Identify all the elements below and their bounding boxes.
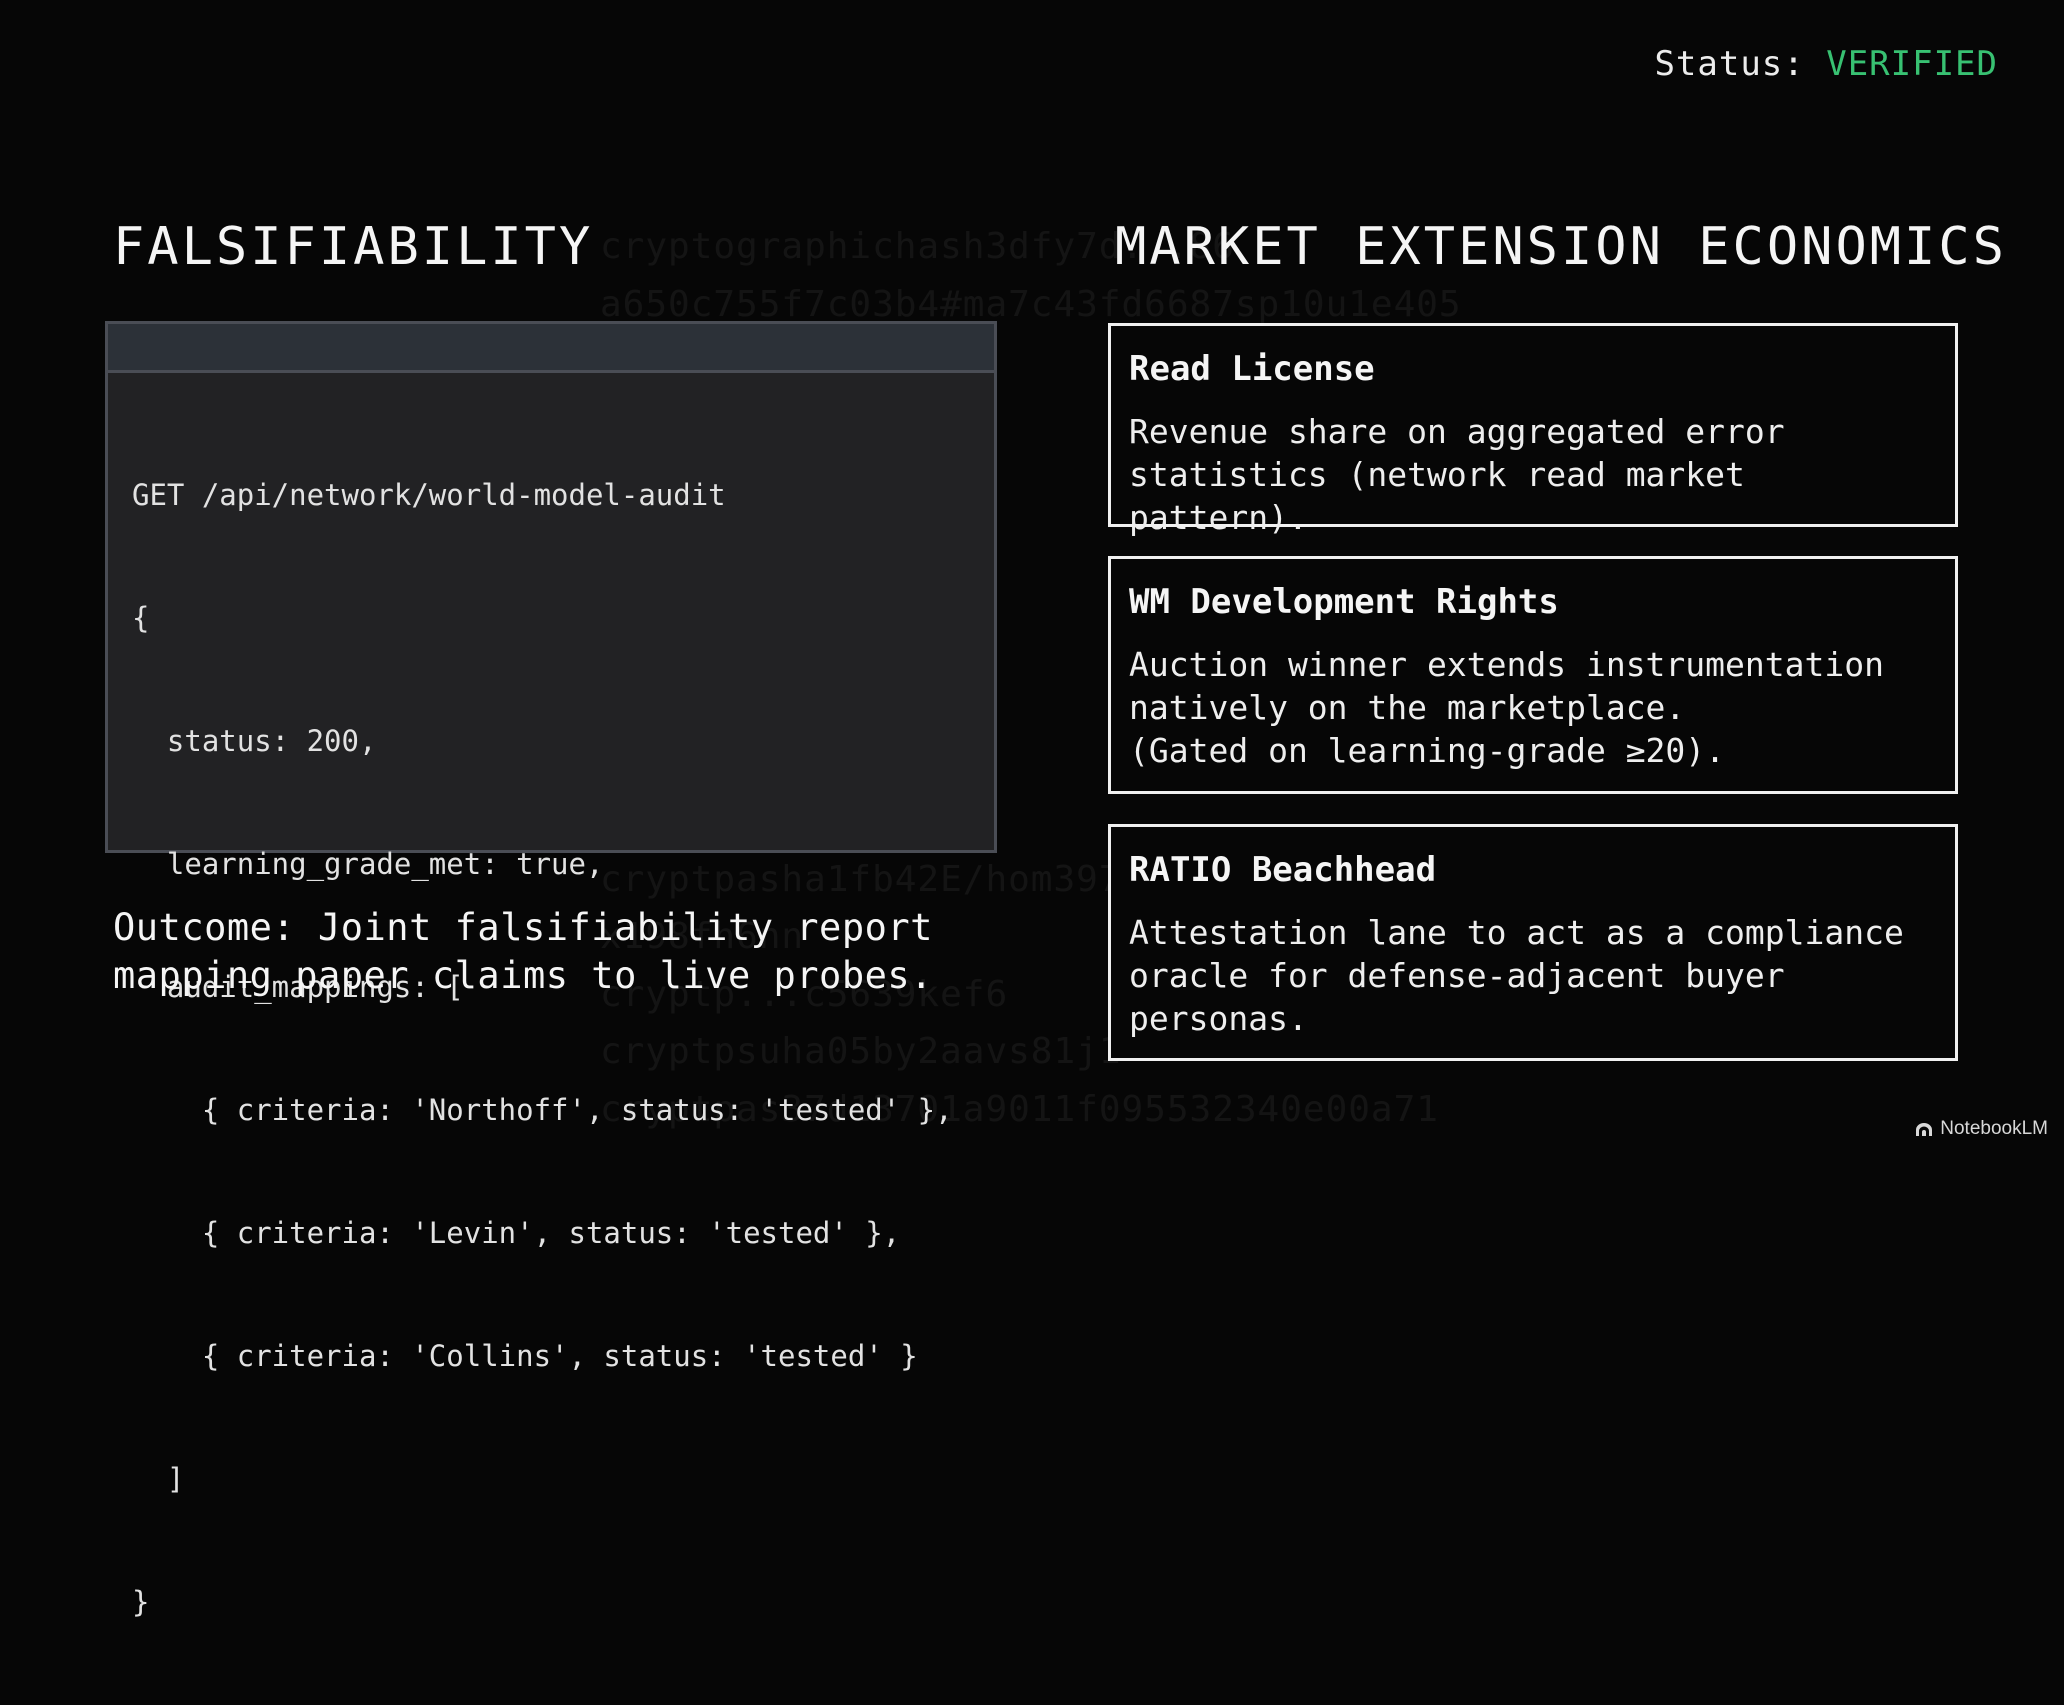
read-license-card: Read License Revenue share on aggregated… — [1108, 323, 1958, 537]
code-line: ] — [132, 1462, 185, 1496]
status-indicator: Status: VERIFIED — [1654, 44, 1998, 84]
code-line: { criteria: 'Northoff', status: 'tested'… — [132, 1093, 953, 1127]
code-line: learning_grade_met: true, — [132, 847, 604, 881]
card-description: Revenue share on aggregated error statis… — [1129, 412, 1785, 537]
outcome-text: Outcome: Joint falsifiability report map… — [113, 906, 933, 997]
code-panel-header — [108, 324, 994, 373]
status-label: Status: — [1654, 44, 1805, 84]
code-line: } — [132, 1585, 150, 1619]
card-title: RATIO Beachhead — [1129, 850, 1437, 890]
card-description: Auction winner extends instrumentation n… — [1129, 645, 1884, 770]
notebooklm-logo-icon — [1916, 1123, 1933, 1136]
code-line: GET /api/network/world-model-audit — [132, 478, 726, 512]
code-line: status: 200, — [132, 724, 377, 758]
code-line: { criteria: 'Levin', status: 'tested' }, — [132, 1216, 901, 1250]
card-description: Attestation lane to act as a compliance … — [1129, 913, 1904, 1038]
card-title: Read License — [1129, 349, 1375, 389]
code-block: GET /api/network/world-model-audit { sta… — [108, 373, 994, 1705]
card-title: WM Development Rights — [1129, 582, 1559, 622]
code-line: { — [132, 601, 150, 635]
ratio-beachhead-card: RATIO Beachhead Attestation lane to act … — [1108, 824, 1958, 1061]
status-value: VERIFIED — [1826, 44, 1998, 84]
market-extension-title: MARKET EXTENSION ECONOMICS — [1115, 217, 2007, 277]
notebooklm-watermark: NotebookLM — [1914, 1118, 2048, 1140]
falsifiability-title: FALSIFIABILITY — [113, 217, 594, 277]
code-line: { criteria: 'Collins', status: 'tested' … — [132, 1339, 918, 1373]
brand-name: NotebookLM — [1940, 1118, 2048, 1139]
wm-development-rights-card: WM Development Rights Auction winner ext… — [1108, 556, 1958, 794]
code-panel: GET /api/network/world-model-audit { sta… — [105, 321, 997, 1619]
